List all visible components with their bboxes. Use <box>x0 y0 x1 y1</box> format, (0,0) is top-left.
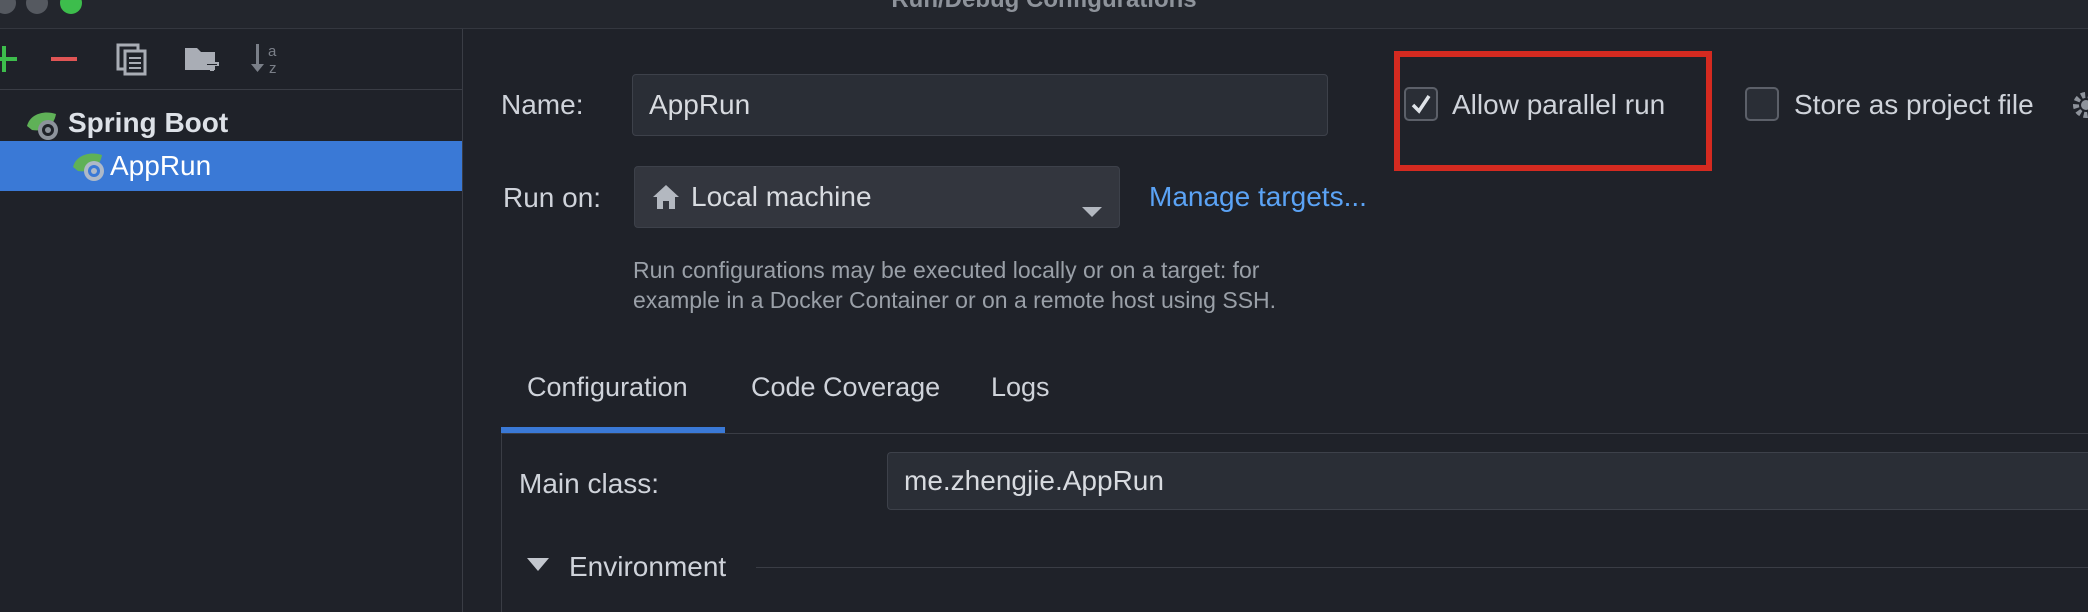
manage-targets-link[interactable]: Manage targets... <box>1149 181 1367 213</box>
run-on-dropdown[interactable]: Local machine <box>634 166 1120 228</box>
svg-text:a: a <box>268 43 277 60</box>
main-class-label: Main class: <box>519 468 660 499</box>
tree-item-label: AppRun <box>110 150 212 181</box>
configurations-sidebar: az Spring Boot AppRun <box>0 29 463 612</box>
spring-boot-icon <box>70 149 108 190</box>
svg-text:z: z <box>269 60 277 77</box>
tree-item-apprun[interactable]: AppRun <box>0 141 462 191</box>
sort-alphabetically-icon[interactable]: az <box>248 39 288 79</box>
copy-icon[interactable] <box>112 39 152 79</box>
main-class-input[interactable]: me.zhengjie.AppRun <box>887 452 2088 510</box>
tab-logs[interactable]: Logs <box>991 372 1050 403</box>
add-icon[interactable] <box>0 39 26 79</box>
help-text-line-1: Run configurations may be executed local… <box>633 257 1260 283</box>
new-folder-icon[interactable] <box>182 39 222 79</box>
name-label: Name: <box>501 89 584 120</box>
gear-icon[interactable] <box>2068 90 2088 125</box>
run-on-value: Local machine <box>691 181 872 212</box>
chevron-down-icon <box>1081 193 1103 225</box>
remove-icon[interactable] <box>44 39 84 79</box>
help-text-line-2: example in a Docker Container or on a re… <box>633 287 1277 313</box>
home-icon <box>651 183 681 211</box>
window-title: Run/Debug Configurations <box>0 0 2088 14</box>
environment-divider <box>756 567 2088 568</box>
sidebar-toolbar: az <box>0 29 462 90</box>
allow-parallel-run-label[interactable]: Allow parallel run <box>1452 89 1665 121</box>
title-bar: Run/Debug Configurations <box>0 0 2088 29</box>
tree-item-label: Spring Boot <box>68 107 229 138</box>
allow-parallel-run-checkbox[interactable] <box>1404 87 1438 121</box>
store-as-project-file-checkbox[interactable] <box>1745 87 1779 121</box>
run-on-label: Run on: <box>503 182 602 213</box>
store-as-project-file-label[interactable]: Store as project file <box>1794 89 2034 121</box>
checkmark-icon <box>1411 95 1431 114</box>
name-input[interactable]: AppRun <box>632 74 1328 136</box>
tab-configuration[interactable]: Configuration <box>527 372 688 403</box>
collapse-triangle-icon[interactable] <box>527 558 549 577</box>
environment-section-label[interactable]: Environment <box>569 551 726 583</box>
tab-code-coverage[interactable]: Code Coverage <box>751 372 940 403</box>
